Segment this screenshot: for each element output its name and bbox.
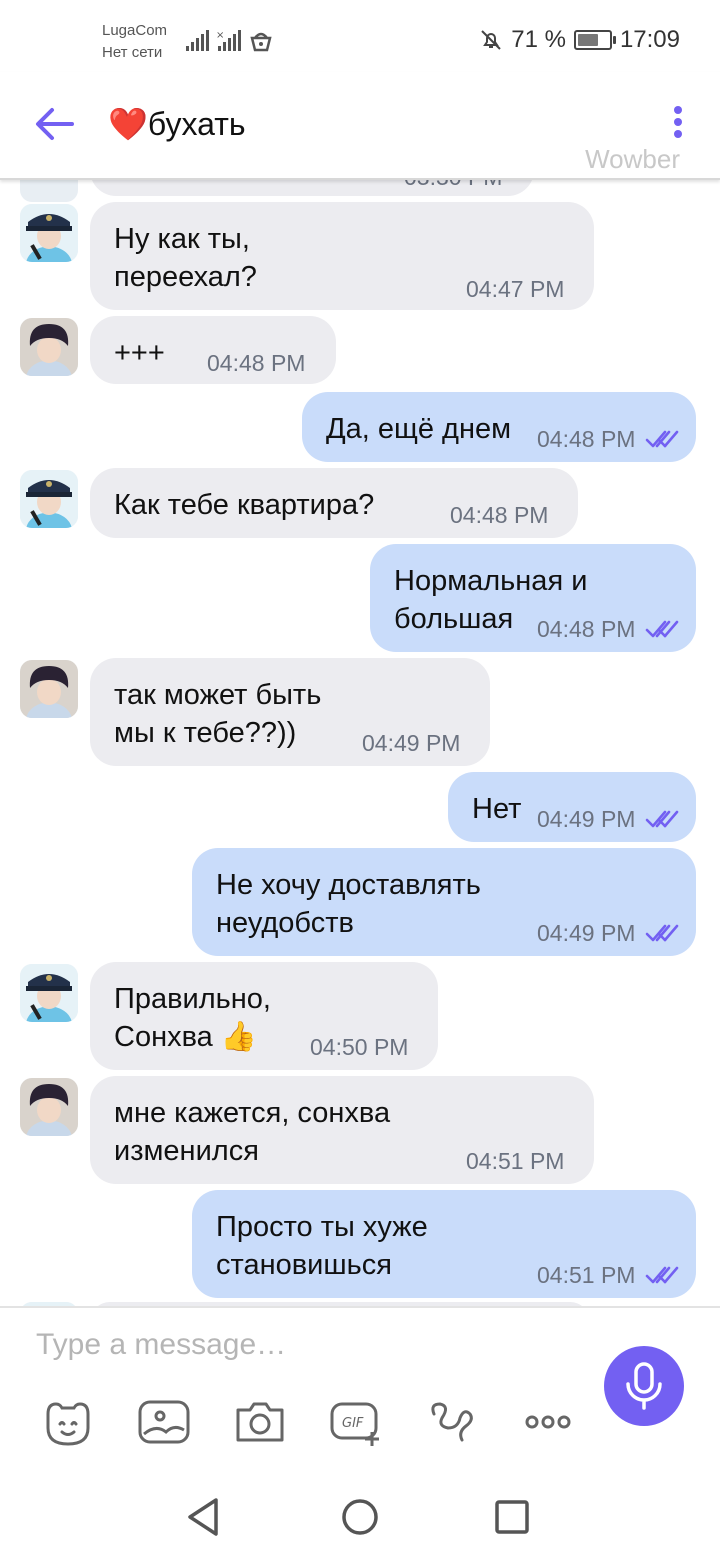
- message-time: 04:51 PM: [537, 1262, 636, 1288]
- network-status: Нет сети: [102, 44, 163, 61]
- avatar-partial[interactable]: [20, 178, 78, 202]
- svg-text:×: ×: [216, 30, 224, 41]
- status-bar: LugaCom Нет сети × 71 % 17:09: [0, 0, 720, 72]
- clock: 17:09: [619, 26, 680, 53]
- message-time: 04:48 PM: [537, 426, 636, 452]
- mic-button[interactable]: [604, 1346, 684, 1426]
- home-nav-icon[interactable]: [335, 1492, 385, 1542]
- more-vertical-icon[interactable]: [672, 106, 684, 142]
- message-list[interactable]: 03:30 PM Ну как ты,переехал?04:47 PM+++0…: [0, 178, 720, 1306]
- battery-fill: [577, 34, 598, 46]
- mute-bell-icon: [481, 30, 501, 50]
- avatar-police-hat[interactable]: [20, 204, 78, 262]
- message-time: 04:49 PM: [537, 806, 636, 832]
- message-text: Правильно,: [114, 983, 271, 1015]
- message-input[interactable]: Type a message…: [36, 1328, 286, 1362]
- read-ticks-icon: [645, 1266, 679, 1284]
- avatar-dark-hair[interactable]: [20, 660, 78, 718]
- signal-icon: ×: [186, 30, 272, 52]
- message-time: 04:48 PM: [537, 616, 636, 642]
- message-time: 04:48 PM: [450, 502, 549, 528]
- doodle-icon[interactable]: [424, 1394, 480, 1450]
- battery-icon: [573, 30, 616, 50]
- chat-title[interactable]: ❤️бухать: [108, 104, 246, 144]
- message-text: Просто ты хуже: [216, 1211, 428, 1243]
- back-arrow-icon[interactable]: [34, 106, 74, 142]
- battery-percent: 71 %: [511, 26, 566, 53]
- recents-nav-icon[interactable]: [487, 1492, 537, 1542]
- heart-emoji: ❤️: [108, 106, 148, 142]
- avatar-police-hat[interactable]: [20, 470, 78, 528]
- microphone-icon: [626, 1362, 662, 1410]
- carrier-info: LugaCom Нет сети: [102, 20, 167, 64]
- avatar-dark-hair[interactable]: [20, 318, 78, 376]
- gif-icon[interactable]: GIF: [328, 1394, 384, 1450]
- more-horizontal-icon[interactable]: [520, 1394, 576, 1450]
- back-nav-icon[interactable]: [180, 1492, 230, 1542]
- read-ticks-icon: [645, 620, 679, 638]
- message-text: так может быть: [114, 679, 322, 711]
- gallery-icon[interactable]: [136, 1394, 192, 1450]
- message-text: Ну как ты,: [114, 223, 250, 255]
- read-ticks-icon: [645, 924, 679, 942]
- message-time: 04:49 PM: [362, 730, 461, 756]
- chat-header: ❤️бухать Wowber: [0, 72, 720, 180]
- avatar-police-hat[interactable]: [20, 964, 78, 1022]
- sticker-icon[interactable]: [40, 1394, 96, 1450]
- message-time: 04:51 PM: [466, 1148, 565, 1174]
- message-time: 04:47 PM: [466, 276, 565, 302]
- read-ticks-icon: [645, 810, 679, 828]
- message-text: мне кажется, сонхва: [114, 1097, 391, 1129]
- carrier-name: LugaCom: [102, 22, 168, 39]
- avatar-dark-hair[interactable]: [20, 1078, 78, 1136]
- read-ticks-icon: [645, 430, 679, 448]
- message-time: 04:48 PM: [207, 350, 306, 376]
- svg-text:GIF: GIF: [342, 1416, 364, 1431]
- watermark: Wowber: [585, 144, 680, 174]
- signal-icons: ×: [186, 28, 276, 58]
- system-nav-bar: [0, 1480, 720, 1560]
- message-time: 04:49 PM: [537, 920, 636, 946]
- message-text: Нормальная и: [394, 565, 588, 597]
- message-time: 04:50 PM: [310, 1034, 409, 1060]
- message-composer: Type a message… GIF: [0, 1306, 720, 1482]
- status-right: 71 % 17:09: [479, 26, 680, 54]
- outgoing-message[interactable]: Да, ещё днем: [302, 392, 696, 462]
- message-text: Не хочу доставлять: [216, 869, 481, 901]
- camera-icon[interactable]: [232, 1394, 288, 1450]
- chat-title-text: бухать: [147, 106, 246, 142]
